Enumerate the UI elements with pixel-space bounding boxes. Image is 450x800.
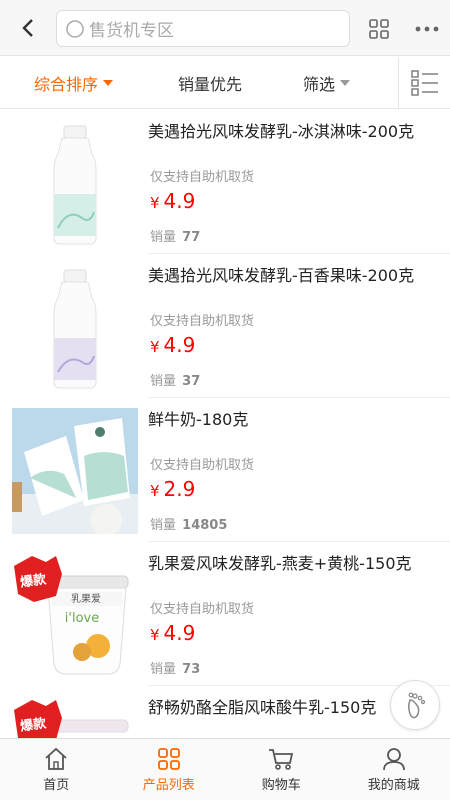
grid-icon: [369, 19, 389, 39]
back-button[interactable]: [14, 14, 42, 42]
sales-count: 销量 77: [150, 226, 200, 245]
product-price: ¥4.9: [150, 621, 195, 645]
sales-value: 14805: [182, 518, 228, 533]
sales-count: 销量 14805: [150, 514, 227, 533]
footprint-icon: [407, 692, 426, 719]
product-price: ¥2.9: [150, 477, 195, 501]
product-price: ¥4.9: [150, 333, 195, 357]
top-bar: 售货机专区: [0, 0, 450, 56]
sort-bar: 综合排序 销量优先 筛选: [0, 57, 450, 109]
chevron-left-icon: [22, 19, 33, 37]
price-value: 4.9: [163, 189, 196, 213]
sales-value: 37: [182, 374, 201, 389]
tab-my-mall[interactable]: 我的商城: [338, 739, 450, 800]
tab-home-label: 首页: [43, 777, 70, 793]
currency-symbol: ¥: [150, 482, 160, 500]
search-input[interactable]: 售货机专区: [56, 10, 350, 47]
sort-sales-label: 销量优先: [178, 75, 243, 94]
product-list: 美遇拾光风味发酵乳-冰淇淋味-200克 仅支持自助机取货 ¥4.9 销量 77 …: [0, 110, 450, 738]
product-name: 美遇拾光风味发酵乳-冰淇淋味-200克: [148, 122, 415, 141]
product-item[interactable]: 鲜牛奶-180克 仅支持自助机取货 ¥2.9 销量 14805: [0, 398, 450, 542]
tab-home[interactable]: 首页: [0, 739, 113, 800]
hot-badge: 爆款: [19, 716, 48, 735]
cart-icon: [269, 748, 294, 770]
category-grid-button[interactable]: [366, 16, 392, 42]
tab-cart-label: 购物车: [261, 777, 301, 793]
tab-product-list[interactable]: 产品列表: [113, 739, 226, 800]
price-value: 2.9: [163, 477, 196, 501]
tab-product-list-label: 产品列表: [142, 777, 195, 793]
tab-cart[interactable]: 购物车: [225, 739, 338, 800]
price-value: 4.9: [163, 621, 196, 645]
bottom-tab-bar: 首页 产品列表 购物车 我的商城: [0, 738, 450, 800]
user-icon: [382, 747, 405, 770]
currency-symbol: ¥: [150, 194, 160, 212]
more-button[interactable]: [414, 16, 440, 42]
pickup-note: 仅支持自助机取货: [150, 314, 255, 329]
pickup-note: 仅支持自助机取货: [150, 170, 255, 185]
sort-comprehensive[interactable]: 综合排序: [34, 57, 114, 109]
product-image: [12, 120, 138, 246]
sales-label: 销量: [150, 230, 177, 245]
cup-brand-text: 乳果爱: [71, 592, 101, 605]
pickup-note: 仅支持自助机取货: [150, 458, 255, 473]
sales-count: 销量 37: [150, 370, 200, 389]
list-view-icon: [410, 70, 438, 96]
product-image: [12, 408, 138, 536]
sales-label: 销量: [150, 518, 177, 533]
product-item[interactable]: 美遇拾光风味发酵乳-百香果味-200克 仅支持自助机取货 ¥4.9 销量 37: [0, 254, 450, 398]
hot-badge: 爆款: [19, 572, 48, 591]
product-image: 乳果爱 i'love 爆款: [12, 552, 138, 678]
price-value: 4.9: [163, 333, 196, 357]
filter-button[interactable]: 筛选: [303, 57, 351, 109]
filter-label: 筛选: [303, 75, 336, 94]
product-name: 美遇拾光风味发酵乳-百香果味-200克: [148, 266, 415, 285]
product-item[interactable]: 美遇拾光风味发酵乳-冰淇淋味-200克 仅支持自助机取货 ¥4.9 销量 77: [0, 110, 450, 254]
product-item[interactable]: 爆款 舒畅奶酪全脂风味酸牛乳-150克: [0, 686, 450, 738]
currency-symbol: ¥: [150, 338, 160, 356]
search-icon: [66, 19, 84, 38]
home-icon: [45, 747, 67, 770]
grid-icon: [157, 747, 180, 770]
tab-my-mall-label: 我的商城: [367, 777, 420, 793]
product-item[interactable]: 乳果爱 i'love 爆款 乳果爱风味发酵乳-燕麦+黄桃-150克 仅支持自助机…: [0, 542, 450, 686]
cup-logo-text: i'love: [65, 611, 99, 626]
currency-symbol: ¥: [150, 626, 160, 644]
sales-label: 销量: [150, 374, 177, 389]
caret-down-icon: [103, 80, 114, 86]
pickup-note: 仅支持自助机取货: [150, 602, 255, 617]
product-name: 乳果爱风味发酵乳-燕麦+黄桃-150克: [148, 554, 412, 573]
product-name: 鲜牛奶-180克: [148, 410, 249, 429]
sales-label: 销量: [150, 662, 177, 677]
sales-value: 77: [182, 230, 201, 245]
product-price: ¥4.9: [150, 189, 195, 213]
more-dots-icon: [415, 26, 439, 32]
sort-comprehensive-label: 综合排序: [34, 75, 99, 94]
search-placeholder: 售货机专区: [89, 21, 174, 41]
sales-value: 73: [182, 662, 201, 677]
product-image: 爆款: [12, 696, 138, 738]
caret-down-icon: [340, 80, 351, 86]
footprint-button[interactable]: [390, 680, 440, 730]
sort-sales[interactable]: 销量优先: [178, 57, 242, 109]
list-view-toggle[interactable]: [398, 57, 450, 109]
sales-count: 销量 73: [150, 658, 200, 677]
product-image: [12, 264, 138, 390]
